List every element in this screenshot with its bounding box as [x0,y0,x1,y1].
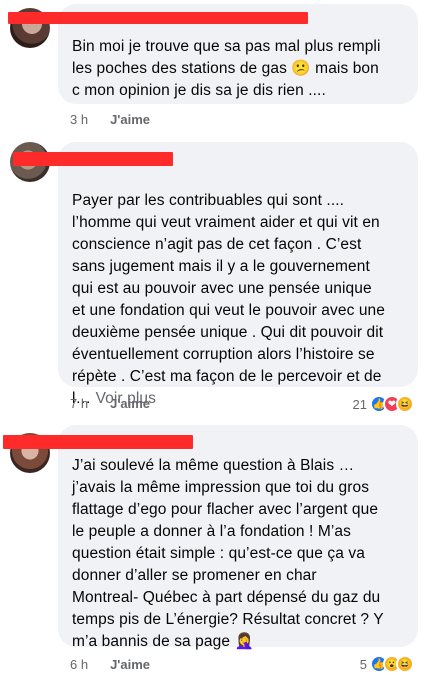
comment-3: J’ai soulevé la même question à Blais … … [0,425,428,686]
comment-actions: 3 h J'aime [70,112,150,127]
reactions-summary[interactable]: 21 👍 ❤ 😆 [353,395,414,413]
haha-reaction-icon: 😆 [396,655,414,673]
comment-text: Bin moi je trouve que sa pas mal plus re… [72,38,381,99]
like-button[interactable]: J'aime [110,112,150,127]
redacted-author-name [8,12,308,24]
comment-body: Payer par les contribuables qui sont ...… [72,192,386,407]
comment-timestamp[interactable]: 3 h [70,112,88,127]
redacted-author-name [3,435,193,449]
reaction-count: 21 [352,396,367,412]
comment-text: Payer par les contribuables qui sont ...… [72,168,408,410]
comment-bubble: J’ai soulevé la même question à Blais … … [3,425,418,650]
comment-bubble: Bin moi je trouve que sa pas mal plus re… [8,4,418,104]
redacted-author-name [13,152,173,166]
like-button[interactable]: J'aime [110,657,150,672]
comment-timestamp[interactable]: 7 h [70,396,88,411]
comment-timestamp[interactable]: 6 h [70,657,88,672]
comment-1: Bin moi je trouve que sa pas mal plus re… [0,0,428,130]
reaction-count: 5 [359,656,367,672]
reactions-summary[interactable]: 5 👍 😮 😆 [360,655,414,673]
haha-reaction-icon: 😆 [396,395,414,413]
comment-text: J’ai soulevé la même question à Blais … … [72,457,384,650]
comment-bubble: Payer par les contribuables qui sont ...… [13,142,418,407]
comment-2: Payer par les contribuables qui sont ...… [0,140,428,420]
comment-actions: 7 h J'aime [70,396,150,411]
comment-actions: 6 h J'aime [70,657,150,672]
like-button[interactable]: J'aime [110,396,150,411]
